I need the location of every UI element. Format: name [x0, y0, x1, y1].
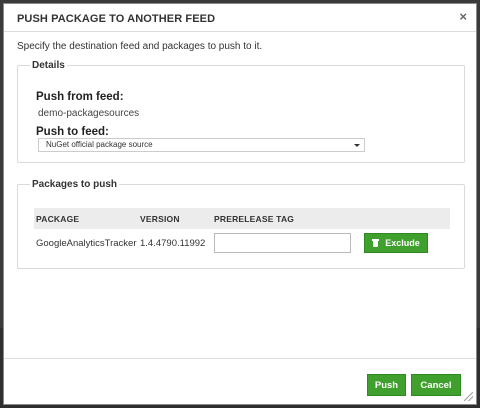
- table-header-row: PACKAGE VERSION PRERELEASE TAG: [34, 208, 450, 229]
- chevron-down-icon: [354, 144, 360, 147]
- trash-icon: [372, 239, 380, 247]
- push-to-feed-select[interactable]: NuGet official package source: [38, 138, 365, 152]
- dialog-footer: Push Cancel: [4, 358, 476, 405]
- package-version-cell: 1.4.4790.11992: [140, 237, 206, 249]
- table-row: GoogleAnalyticsTracker 1.4.4790.11992 Ex…: [34, 229, 450, 257]
- exclude-button[interactable]: Exclude: [364, 233, 428, 253]
- prerelease-tag-cell: [212, 229, 362, 257]
- push-package-dialog: PUSH PACKAGE TO ANOTHER FEED × Specify t…: [3, 3, 477, 405]
- details-legend: Details: [32, 60, 65, 71]
- push-to-label: Push to feed:: [36, 126, 109, 138]
- push-from-value: demo-packagesources: [38, 108, 140, 119]
- actions-cell: Exclude: [362, 229, 450, 257]
- dialog-title: PUSH PACKAGE TO ANOTHER FEED: [17, 13, 216, 25]
- push-button[interactable]: Push: [367, 374, 406, 396]
- packages-table: PACKAGE VERSION PRERELEASE TAG GoogleAna…: [34, 208, 450, 257]
- dialog-header: PUSH PACKAGE TO ANOTHER FEED ×: [4, 4, 476, 32]
- column-header-actions: [362, 208, 450, 229]
- column-header-prerelease-tag: PRERELEASE TAG: [212, 208, 362, 229]
- resize-grip-icon[interactable]: [464, 392, 473, 401]
- close-icon[interactable]: ×: [459, 10, 467, 24]
- packages-legend: Packages to push: [32, 179, 118, 190]
- prerelease-tag-input[interactable]: [214, 233, 351, 253]
- packages-fieldset: Packages to push PACKAGE VERSION PRERELE…: [17, 179, 465, 269]
- push-to-feed-selected-value: NuGet official package source: [46, 140, 153, 149]
- column-header-package: PACKAGE: [34, 208, 138, 229]
- column-header-version: VERSION: [138, 208, 212, 229]
- cancel-button[interactable]: Cancel: [411, 374, 461, 396]
- push-from-label: Push from feed:: [36, 91, 124, 103]
- package-name-cell: GoogleAnalyticsTracker: [36, 237, 137, 249]
- details-fieldset: Details Push from feed: demo-packagesour…: [17, 60, 465, 163]
- dialog-intro-text: Specify the destination feed and package…: [17, 41, 263, 52]
- exclude-button-label: Exclude: [385, 238, 420, 248]
